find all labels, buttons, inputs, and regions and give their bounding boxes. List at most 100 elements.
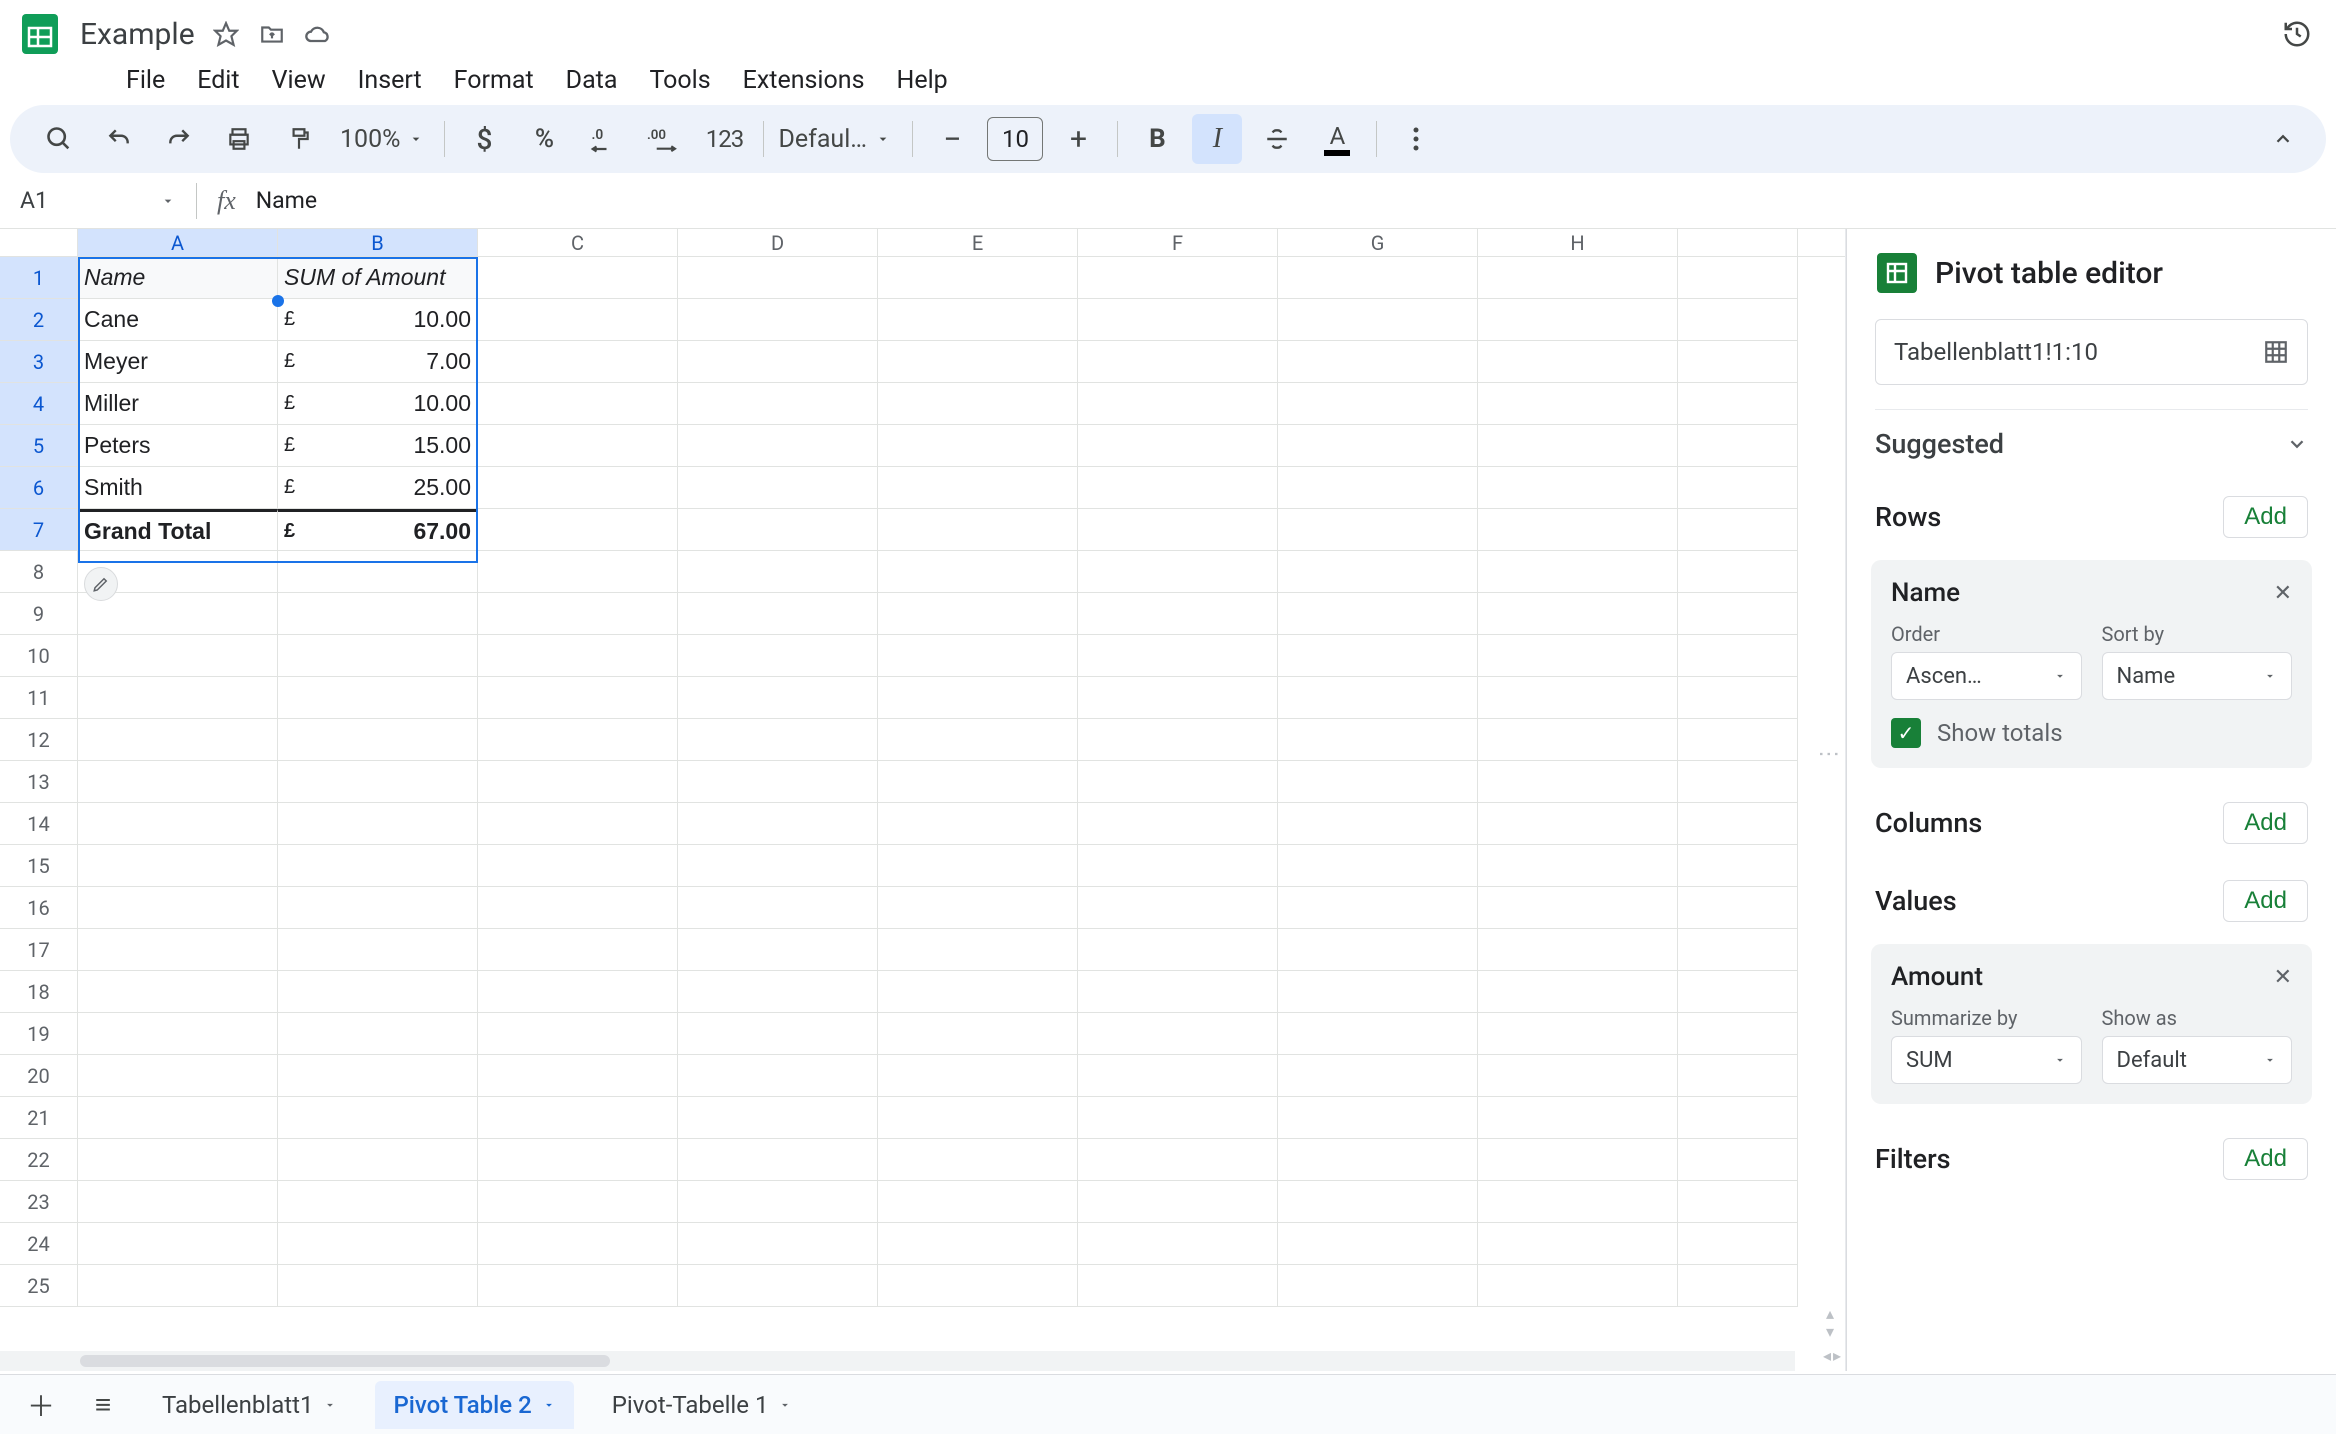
column-header-G[interactable]: G <box>1278 229 1478 256</box>
name-box[interactable]: A1 <box>0 187 196 214</box>
cell-B24[interactable] <box>278 1223 478 1265</box>
cell-A1[interactable]: Name <box>78 257 278 299</box>
cell-F12[interactable] <box>1078 719 1278 761</box>
cell-B5[interactable]: £15.00 <box>278 425 478 467</box>
cell-G20[interactable] <box>1278 1055 1478 1097</box>
cell-A10[interactable] <box>78 635 278 677</box>
cell-F15[interactable] <box>1078 845 1278 887</box>
cell-I19[interactable] <box>1678 1013 1798 1055</box>
menu-tools[interactable]: Tools <box>635 62 724 99</box>
cell-E18[interactable] <box>878 971 1078 1013</box>
column-header-A[interactable]: A <box>78 229 278 256</box>
cell-B14[interactable] <box>278 803 478 845</box>
cell-I11[interactable] <box>1678 677 1798 719</box>
more-icon[interactable] <box>1391 114 1441 164</box>
row-header-15[interactable]: 15 <box>0 845 78 887</box>
row-header-25[interactable]: 25 <box>0 1265 78 1307</box>
cell-A22[interactable] <box>78 1139 278 1181</box>
cell-C16[interactable] <box>478 887 678 929</box>
cell-A11[interactable] <box>78 677 278 719</box>
cell-E4[interactable] <box>878 383 1078 425</box>
cell-G5[interactable] <box>1278 425 1478 467</box>
cell-I1[interactable] <box>1678 257 1798 299</box>
cell-H18[interactable] <box>1478 971 1678 1013</box>
cell-F8[interactable] <box>1078 551 1278 593</box>
cell-C14[interactable] <box>478 803 678 845</box>
cell-C12[interactable] <box>478 719 678 761</box>
menu-format[interactable]: Format <box>440 62 548 99</box>
history-icon[interactable] <box>2282 19 2312 49</box>
redo-icon[interactable] <box>154 114 204 164</box>
suggested-section[interactable]: Suggested <box>1847 410 2336 478</box>
cell-G21[interactable] <box>1278 1097 1478 1139</box>
cell-D20[interactable] <box>678 1055 878 1097</box>
cell-G22[interactable] <box>1278 1139 1478 1181</box>
menu-view[interactable]: View <box>258 62 340 99</box>
print-icon[interactable] <box>214 114 264 164</box>
cell-I20[interactable] <box>1678 1055 1798 1097</box>
add-sheet-icon[interactable]: ＋ <box>20 1384 62 1426</box>
cell-A20[interactable] <box>78 1055 278 1097</box>
cell-A21[interactable] <box>78 1097 278 1139</box>
row-header-20[interactable]: 20 <box>0 1055 78 1097</box>
decrease-decimal-icon[interactable]: .0 <box>579 114 629 164</box>
cell-D15[interactable] <box>678 845 878 887</box>
row-header-21[interactable]: 21 <box>0 1097 78 1139</box>
add-rows-button[interactable]: Add <box>2223 496 2308 538</box>
cell-A12[interactable] <box>78 719 278 761</box>
cell-H21[interactable] <box>1478 1097 1678 1139</box>
cell-F24[interactable] <box>1078 1223 1278 1265</box>
selection-handle[interactable] <box>272 295 284 307</box>
cell-D1[interactable] <box>678 257 878 299</box>
cell-F17[interactable] <box>1078 929 1278 971</box>
cell-H5[interactable] <box>1478 425 1678 467</box>
cell-I17[interactable] <box>1678 929 1798 971</box>
cell-E20[interactable] <box>878 1055 1078 1097</box>
cell-A24[interactable] <box>78 1223 278 1265</box>
cell-A2[interactable]: Cane <box>78 299 278 341</box>
all-sheets-icon[interactable]: ≡ <box>82 1384 124 1426</box>
cell-E16[interactable] <box>878 887 1078 929</box>
cell-E14[interactable] <box>878 803 1078 845</box>
add-columns-button[interactable]: Add <box>2223 802 2308 844</box>
cell-C23[interactable] <box>478 1181 678 1223</box>
cell-E10[interactable] <box>878 635 1078 677</box>
cell-H25[interactable] <box>1478 1265 1678 1307</box>
row-header-14[interactable]: 14 <box>0 803 78 845</box>
cell-B21[interactable] <box>278 1097 478 1139</box>
cell-E22[interactable] <box>878 1139 1078 1181</box>
cell-D7[interactable] <box>678 509 878 551</box>
cell-H4[interactable] <box>1478 383 1678 425</box>
cell-B3[interactable]: £7.00 <box>278 341 478 383</box>
cell-C4[interactable] <box>478 383 678 425</box>
cell-I15[interactable] <box>1678 845 1798 887</box>
row-header-7[interactable]: 7 <box>0 509 78 551</box>
column-header-C[interactable]: C <box>478 229 678 256</box>
cell-H13[interactable] <box>1478 761 1678 803</box>
cell-B17[interactable] <box>278 929 478 971</box>
cell-F19[interactable] <box>1078 1013 1278 1055</box>
sidebar-drag-handle[interactable]: ⋮ <box>1816 743 1841 765</box>
cell-G13[interactable] <box>1278 761 1478 803</box>
summarize-select[interactable]: SUM <box>1891 1036 2082 1084</box>
vertical-scroll-arrows[interactable]: ▴▾ <box>1819 1305 1841 1341</box>
cell-D21[interactable] <box>678 1097 878 1139</box>
row-header-18[interactable]: 18 <box>0 971 78 1013</box>
cell-D8[interactable] <box>678 551 878 593</box>
cell-B23[interactable] <box>278 1181 478 1223</box>
cell-G8[interactable] <box>1278 551 1478 593</box>
cell-F1[interactable] <box>1078 257 1278 299</box>
cell-D4[interactable] <box>678 383 878 425</box>
cell-I14[interactable] <box>1678 803 1798 845</box>
cell-H7[interactable] <box>1478 509 1678 551</box>
cell-F5[interactable] <box>1078 425 1278 467</box>
row-header-24[interactable]: 24 <box>0 1223 78 1265</box>
column-header-D[interactable]: D <box>678 229 878 256</box>
cell-F14[interactable] <box>1078 803 1278 845</box>
cell-A17[interactable] <box>78 929 278 971</box>
cell-F18[interactable] <box>1078 971 1278 1013</box>
cell-C17[interactable] <box>478 929 678 971</box>
cell-E9[interactable] <box>878 593 1078 635</box>
cell-F10[interactable] <box>1078 635 1278 677</box>
row-header-8[interactable]: 8 <box>0 551 78 593</box>
